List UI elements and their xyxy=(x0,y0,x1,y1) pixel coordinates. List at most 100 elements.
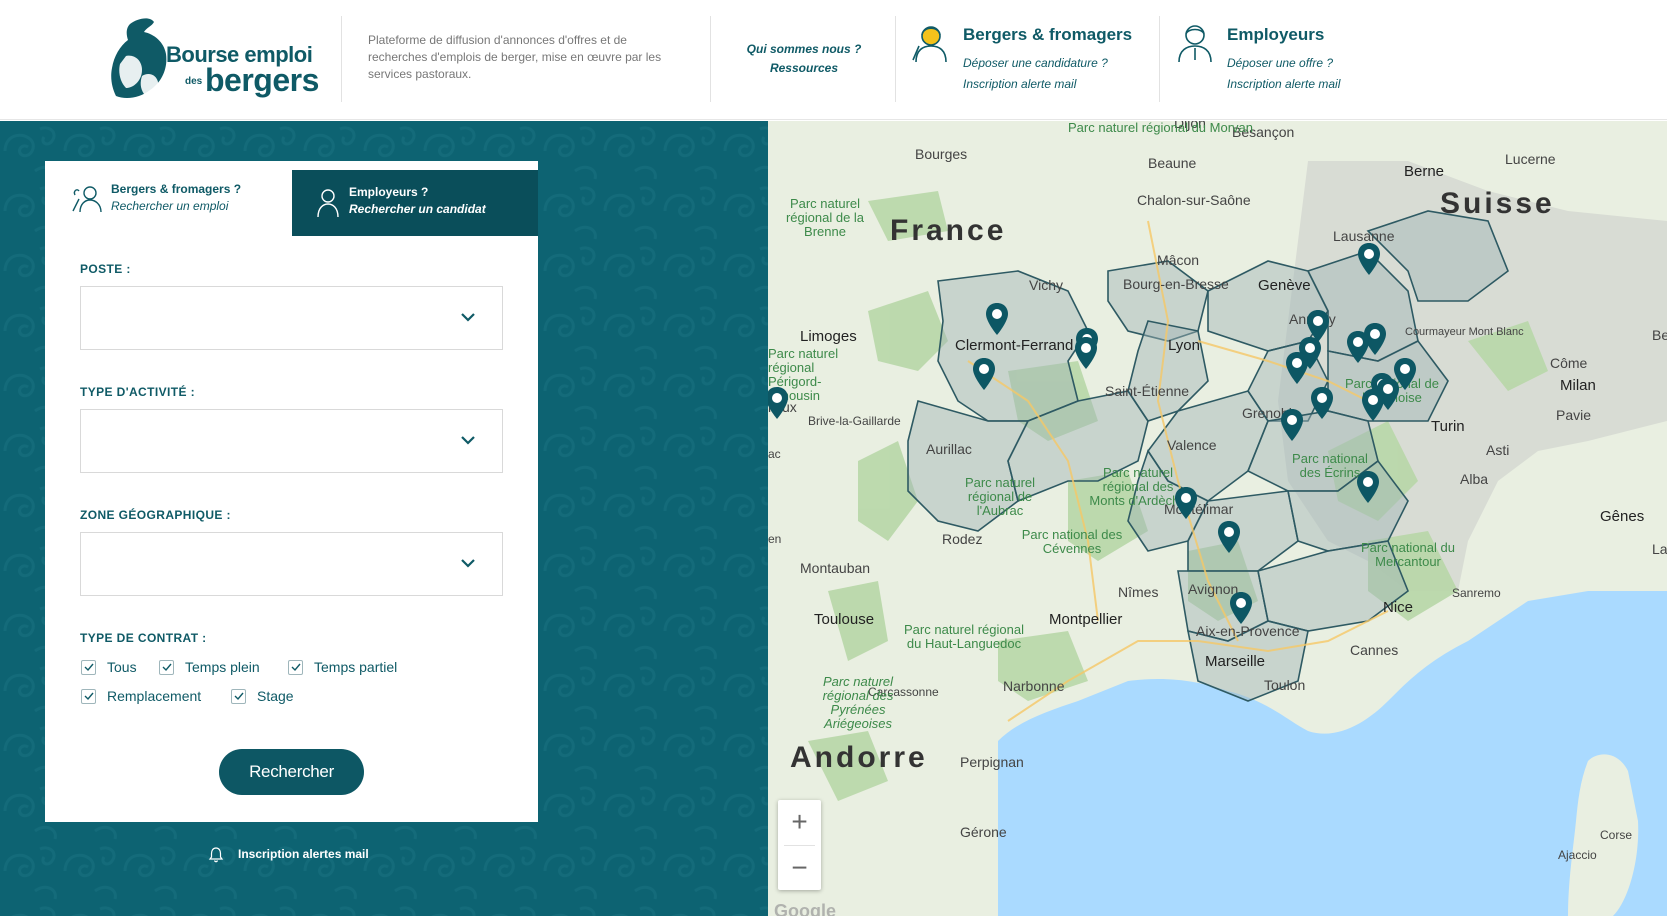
job-marker-pin-icon[interactable] xyxy=(1230,592,1252,624)
checkbox-label: Tous xyxy=(107,659,137,675)
map-label-city: Nice xyxy=(1383,599,1414,616)
map-label-city: Pavie xyxy=(1556,407,1592,423)
job-marker-pin-icon[interactable] xyxy=(1362,389,1384,421)
map-label-city: Lucerne xyxy=(1505,151,1556,167)
mail-alert-signup-text: Inscription alertes mail xyxy=(238,847,369,861)
zoom-out-button[interactable]: − xyxy=(778,846,821,890)
activity-type-label: TYPE D'ACTIVITÉ : xyxy=(80,385,195,399)
resources-link[interactable]: Ressources xyxy=(724,59,884,78)
map-label-city: Perpignan xyxy=(960,754,1024,770)
search-button[interactable]: Rechercher xyxy=(219,749,364,795)
map-label-country: Suisse xyxy=(1440,187,1555,220)
activity-type-select[interactable] xyxy=(80,409,503,473)
map-label-city: Rodez xyxy=(942,531,983,547)
map-label-city: Sanremo xyxy=(1452,586,1501,600)
about-link[interactable]: Qui sommes nous ? xyxy=(724,40,884,59)
job-marker-pin-icon[interactable] xyxy=(1286,352,1308,384)
map-label-region: Corse xyxy=(1600,828,1633,842)
map-park-label: Parc naturel régional des Pyrénées Ariég… xyxy=(822,674,894,731)
map-label-city: Milan xyxy=(1560,377,1596,394)
tab-shepherds-title: Bergers & fromagers ? xyxy=(111,182,242,196)
map-label-city: Berne xyxy=(1404,163,1445,180)
job-marker-pin-icon[interactable] xyxy=(1357,471,1379,503)
tab-employers[interactable]: Employeurs ? Rechercher un candidat xyxy=(292,170,538,236)
zone-select[interactable] xyxy=(80,532,503,596)
map-label-city: Toulouse xyxy=(814,611,875,628)
map-label-city: Aurillac xyxy=(926,441,972,457)
map-label-city: Asti xyxy=(1486,442,1510,458)
job-marker-pin-icon[interactable] xyxy=(1075,337,1097,369)
zoom-in-button[interactable]: + xyxy=(778,800,821,844)
submit-application-link[interactable]: Déposer une candidature ? xyxy=(963,56,1108,70)
map-park-label: Parc naturel régional des Monts d'Ardèch… xyxy=(1089,465,1187,508)
map-park-label: Parc naturel régional de la Brenne xyxy=(785,196,865,239)
check-icon xyxy=(84,663,94,672)
job-map[interactable]: Bourges Dijon Besançon Beaune Chalon-sur… xyxy=(768,121,1667,916)
map-label-city: Bourg-en-Bresse xyxy=(1123,276,1229,292)
map-label-city: Côme xyxy=(1550,355,1588,371)
job-marker-pin-icon[interactable] xyxy=(768,387,788,419)
job-marker-pin-icon[interactable] xyxy=(973,358,995,390)
map-label-city: Marseille xyxy=(1205,653,1266,670)
job-marker-pin-icon[interactable] xyxy=(1358,243,1380,275)
checkbox-box[interactable] xyxy=(81,660,96,675)
shepherd-mail-alert-link[interactable]: Inscription alerte mail xyxy=(963,77,1076,91)
header-divider xyxy=(895,16,896,102)
map-label-city: Brive-la-Gaillarde xyxy=(808,414,901,428)
job-marker-pin-icon[interactable] xyxy=(1281,409,1303,441)
map-label-city: Saint-Étienne xyxy=(1105,383,1190,399)
shepherds-title[interactable]: Bergers & fromagers xyxy=(963,25,1132,45)
map-label-city: Courmayeur Mont Blanc xyxy=(1405,326,1524,338)
map-park-label: Parc naturel régional de l'Aubrac xyxy=(964,475,1036,518)
chevron-down-icon xyxy=(461,436,475,445)
check-icon xyxy=(162,663,172,672)
map-park-label: Parc naturel régional du Haut-Languedoc xyxy=(904,622,1024,651)
tab-shepherds-subtitle: Rechercher un emploi xyxy=(111,199,229,213)
poste-label: POSTE : xyxy=(80,262,131,276)
check-icon xyxy=(291,663,301,672)
job-marker-pin-icon[interactable] xyxy=(986,303,1008,335)
checkbox-label: Remplacement xyxy=(107,688,202,704)
site-header: Bourse emploi des bergers Plateforme de … xyxy=(0,0,1667,120)
tab-shepherds[interactable]: Bergers & fromagers ? Rechercher un empl… xyxy=(45,161,292,236)
map-label-city: Gênes xyxy=(1600,508,1645,525)
map-zoom-control: + − xyxy=(778,800,821,890)
map-park-label: Parc national du Mercantour xyxy=(1361,540,1455,569)
shepherd-tab-icon xyxy=(72,186,102,213)
employer-icon xyxy=(1178,25,1212,63)
map-park-label: Parc naturel régional du Morvan xyxy=(1068,121,1253,135)
map-label-city: Alba xyxy=(1460,471,1489,487)
checkbox-box[interactable] xyxy=(231,689,246,704)
logo-title-line2: bergers xyxy=(205,62,319,98)
map-label-city: La xyxy=(1652,541,1667,557)
map-label-city: Berg xyxy=(1652,327,1667,343)
map-label-city: Valence xyxy=(1167,437,1217,453)
map-label-city: Clermont-Ferrand xyxy=(955,337,1074,354)
map-label-city: Nîmes xyxy=(1118,584,1159,600)
map-label-city: Chalon-sur-Saône xyxy=(1137,192,1251,208)
map-label-city: Montpellier xyxy=(1049,611,1123,628)
logo-title-des: des xyxy=(185,76,203,87)
poste-select[interactable] xyxy=(80,286,503,350)
map-label-country: France xyxy=(890,214,1007,247)
header-divider xyxy=(1159,16,1160,102)
map-label-city: Beaune xyxy=(1148,155,1197,171)
job-marker-pin-icon[interactable] xyxy=(1218,521,1240,553)
employers-title[interactable]: Employeurs xyxy=(1227,25,1324,45)
checkbox-box[interactable] xyxy=(81,689,96,704)
map-label-city: Bourges xyxy=(915,146,968,162)
map-label-city: Ajaccio xyxy=(1558,848,1597,862)
employer-mail-alert-link[interactable]: Inscription alerte mail xyxy=(1227,77,1340,91)
map-label-city: en xyxy=(768,532,782,546)
job-marker-pin-icon[interactable] xyxy=(1311,387,1333,419)
header-divider xyxy=(341,16,342,102)
site-tagline: Plateforme de diffusion d'annonces d'off… xyxy=(368,33,662,81)
check-icon xyxy=(84,692,94,701)
job-marker-pin-icon[interactable] xyxy=(1175,487,1197,519)
tab-employers-title: Employeurs ? xyxy=(349,185,429,199)
submit-offer-link[interactable]: Déposer une offre ? xyxy=(1227,56,1333,70)
checkbox-box[interactable] xyxy=(159,660,174,675)
map-label-city: Gérone xyxy=(960,824,1007,840)
job-marker-pin-icon[interactable] xyxy=(1347,331,1369,363)
checkbox-box[interactable] xyxy=(288,660,303,675)
